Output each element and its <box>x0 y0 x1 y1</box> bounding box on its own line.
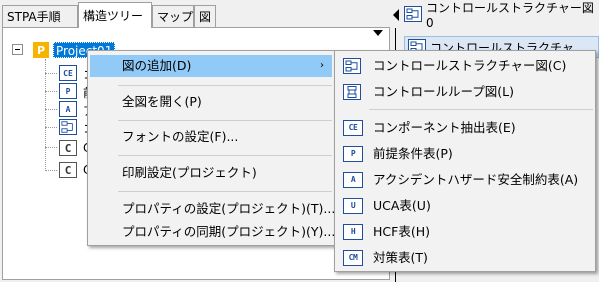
diagram-list-item[interactable]: コントロールストラクチャー図0 <box>404 1 599 30</box>
menu-item-control-loop[interactable]: コントロールループ図(L) <box>337 81 593 103</box>
menu-item-label: 対策表(T) <box>373 250 428 265</box>
precondition-table-icon: P <box>343 146 363 162</box>
tab-map[interactable]: マップ <box>152 5 194 27</box>
control-structure-icon <box>343 58 361 74</box>
menu-item-property-sync[interactable]: プロパティの同期(プロジェクト)(Y)... <box>90 221 335 243</box>
c-node-icon: C <box>59 140 77 156</box>
menu-separator <box>118 120 332 121</box>
tree-connector <box>45 170 57 171</box>
tree-connector <box>45 73 57 74</box>
uca-table-icon: U <box>343 198 363 214</box>
menu-item-label: 図の追加(D) <box>122 58 192 73</box>
accident-table-icon: A <box>343 172 363 188</box>
menu-item-open-all[interactable]: 全図を開く(P) <box>90 91 332 113</box>
tree-connector <box>45 59 46 171</box>
accident-table-icon: A <box>59 101 77 117</box>
menu-separator <box>118 191 332 192</box>
menu-item-hcf-table[interactable]: H HCF表(H) <box>337 221 593 243</box>
collapse-toggle[interactable] <box>12 44 23 55</box>
menu-item-precondition-table[interactable]: P 前提条件表(P) <box>337 143 593 165</box>
menu-item-label: コンポーネント抽出表(E) <box>373 120 516 135</box>
component-table-icon: CE <box>343 120 363 136</box>
menu-separator <box>118 155 332 156</box>
tab-stpa-procedure[interactable]: STPA手順 <box>2 5 78 27</box>
menu-item-label: 前提条件表(P) <box>373 146 453 161</box>
tree-connector <box>45 127 57 128</box>
context-menu: 図の追加(D) › 全図を開く(P) フォントの設定(F)... 印刷設定(プロ… <box>87 50 335 246</box>
menu-separator <box>118 85 332 86</box>
countermeasure-table-icon: CM <box>343 250 363 266</box>
menu-separator <box>369 109 593 110</box>
diagram-list-label: コントロールストラクチャー図0 <box>426 0 594 30</box>
menu-item-print-settings[interactable]: 印刷設定(プロジェクト) <box>90 162 332 184</box>
control-loop-icon <box>343 84 361 100</box>
project-icon: P <box>33 42 49 58</box>
c-node-icon: C <box>59 162 77 178</box>
tree-connector <box>45 109 57 110</box>
menu-item-uca-table[interactable]: U UCA表(U) <box>337 195 593 217</box>
menu-item-font-settings[interactable]: フォントの設定(F)... <box>90 126 332 148</box>
menu-item-label: コントロールストラクチャー図(C) <box>373 58 567 73</box>
tab-structure-tree[interactable]: 構造ツリー <box>78 2 152 28</box>
menu-item-label: HCF表(H) <box>373 224 430 239</box>
menu-item-control-structure[interactable]: コントロールストラクチャー図(C) <box>337 55 593 77</box>
menu-item-label: UCA表(U) <box>373 198 431 213</box>
control-structure-icon <box>59 119 77 135</box>
dropdown-arrow-icon[interactable] <box>373 30 383 36</box>
tab-diagram[interactable]: 図 <box>194 5 216 27</box>
tree-connector <box>45 147 57 148</box>
control-structure-icon <box>404 6 422 22</box>
hcf-table-icon: H <box>343 224 363 240</box>
menu-item-component-table[interactable]: CE コンポーネント抽出表(E) <box>337 117 593 139</box>
menu-item-add-diagram[interactable]: 図の追加(D) › <box>90 55 332 77</box>
menu-item-label: コントロールループ図(L) <box>373 84 514 99</box>
menu-item-property-settings[interactable]: プロパティの設定(プロジェクト)(T)... <box>90 198 335 220</box>
component-table-icon: CE <box>59 65 77 81</box>
precondition-table-icon: P <box>59 83 77 99</box>
tab-bar: STPA手順 構造ツリー マップ 図 <box>0 0 395 28</box>
menu-item-accident-hazard-table[interactable]: A アクシデントハザード安全制約表(A) <box>337 169 593 191</box>
submenu-arrow-icon: › <box>320 60 324 71</box>
collapse-left-icon[interactable] <box>393 9 399 21</box>
add-diagram-submenu: コントロールストラクチャー図(C) コントロールループ図(L) CE コンポーネ… <box>334 50 596 272</box>
menu-item-countermeasure-table[interactable]: CM 対策表(T) <box>337 247 593 269</box>
menu-item-label: アクシデントハザード安全制約表(A) <box>373 172 579 187</box>
tree-connector <box>45 91 57 92</box>
